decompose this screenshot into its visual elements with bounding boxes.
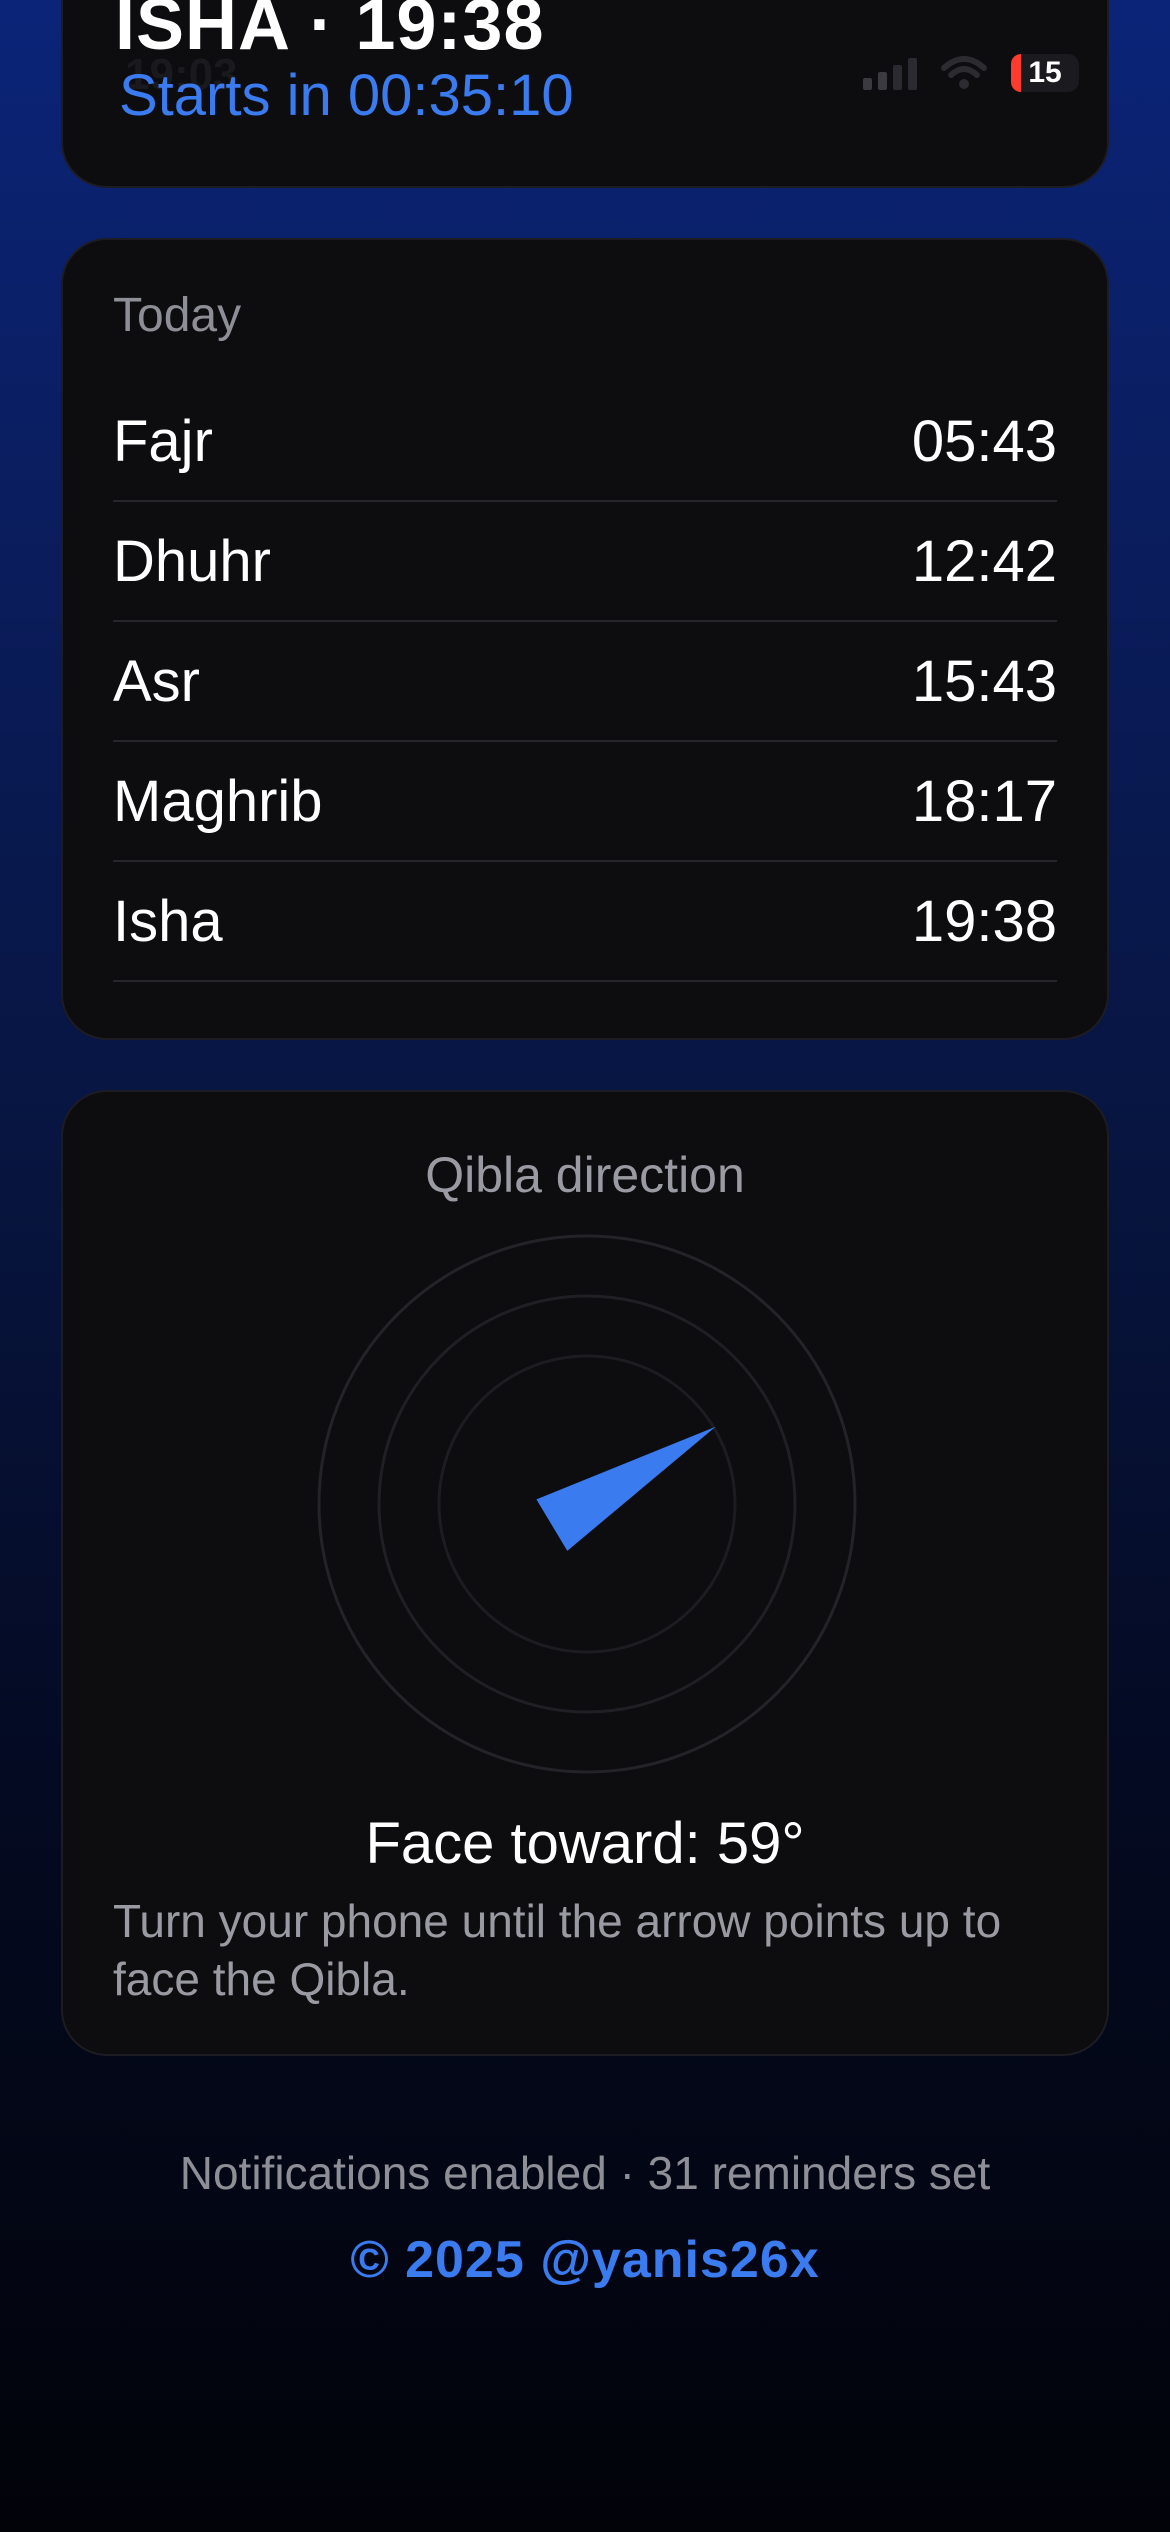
prayer-time: 18:17 <box>911 768 1057 834</box>
battery-level: 15 <box>1028 56 1062 89</box>
section-label-today: Today <box>113 289 242 342</box>
signal-icon <box>863 56 917 90</box>
prayer-name: Asr <box>113 648 200 714</box>
prayer-name: Dhuhr <box>113 528 271 594</box>
prayer-name: Isha <box>113 888 223 954</box>
prayer-row-asr: Asr 15:43 <box>113 622 1057 742</box>
today-prayers-card: Today Fajr 05:43 Dhuhr 12:42 Asr 15:43 M… <box>61 238 1109 1040</box>
prayer-time: 05:43 <box>911 408 1057 474</box>
prayer-name: Maghrib <box>113 768 323 834</box>
status-bar-icons: 15 <box>863 54 1079 92</box>
qibla-hint: Turn your phone until the arrow points u… <box>113 1895 1002 2005</box>
notifications-status: Notifications enabled · 31 reminders set <box>179 2147 991 2199</box>
prayer-time: 15:43 <box>911 648 1057 714</box>
prayer-row-dhuhr: Dhuhr 12:42 <box>113 502 1057 622</box>
copyright-link[interactable]: © 2025 @yanis26x <box>0 2230 1170 2290</box>
battery-icon: 15 <box>1011 54 1079 92</box>
qibla-title: Qibla direction <box>425 1147 745 1203</box>
next-prayer-card: ISHA · 19:38 19:03 Starts in 00:35:10 15 <box>61 0 1109 188</box>
prayer-row-fajr: Fajr 05:43 <box>113 382 1057 502</box>
prayer-time: 12:42 <box>911 528 1057 594</box>
qibla-arrow-icon <box>536 1426 716 1551</box>
countdown-text: Starts in 00:35:10 <box>119 63 574 128</box>
qibla-card: Qibla direction Face toward: 59° Turn yo… <box>61 1090 1109 2056</box>
prayer-time: 19:38 <box>911 888 1057 954</box>
qibla-compass <box>317 1234 857 1774</box>
prayer-name: Fajr <box>113 408 213 474</box>
prayer-row-isha: Isha 19:38 <box>113 862 1057 982</box>
qibla-heading: Face toward: 59° <box>365 1811 805 1876</box>
prayer-list: Fajr 05:43 Dhuhr 12:42 Asr 15:43 Maghrib… <box>113 382 1057 982</box>
prayer-row-maghrib: Maghrib 18:17 <box>113 742 1057 862</box>
wifi-icon <box>941 56 987 89</box>
